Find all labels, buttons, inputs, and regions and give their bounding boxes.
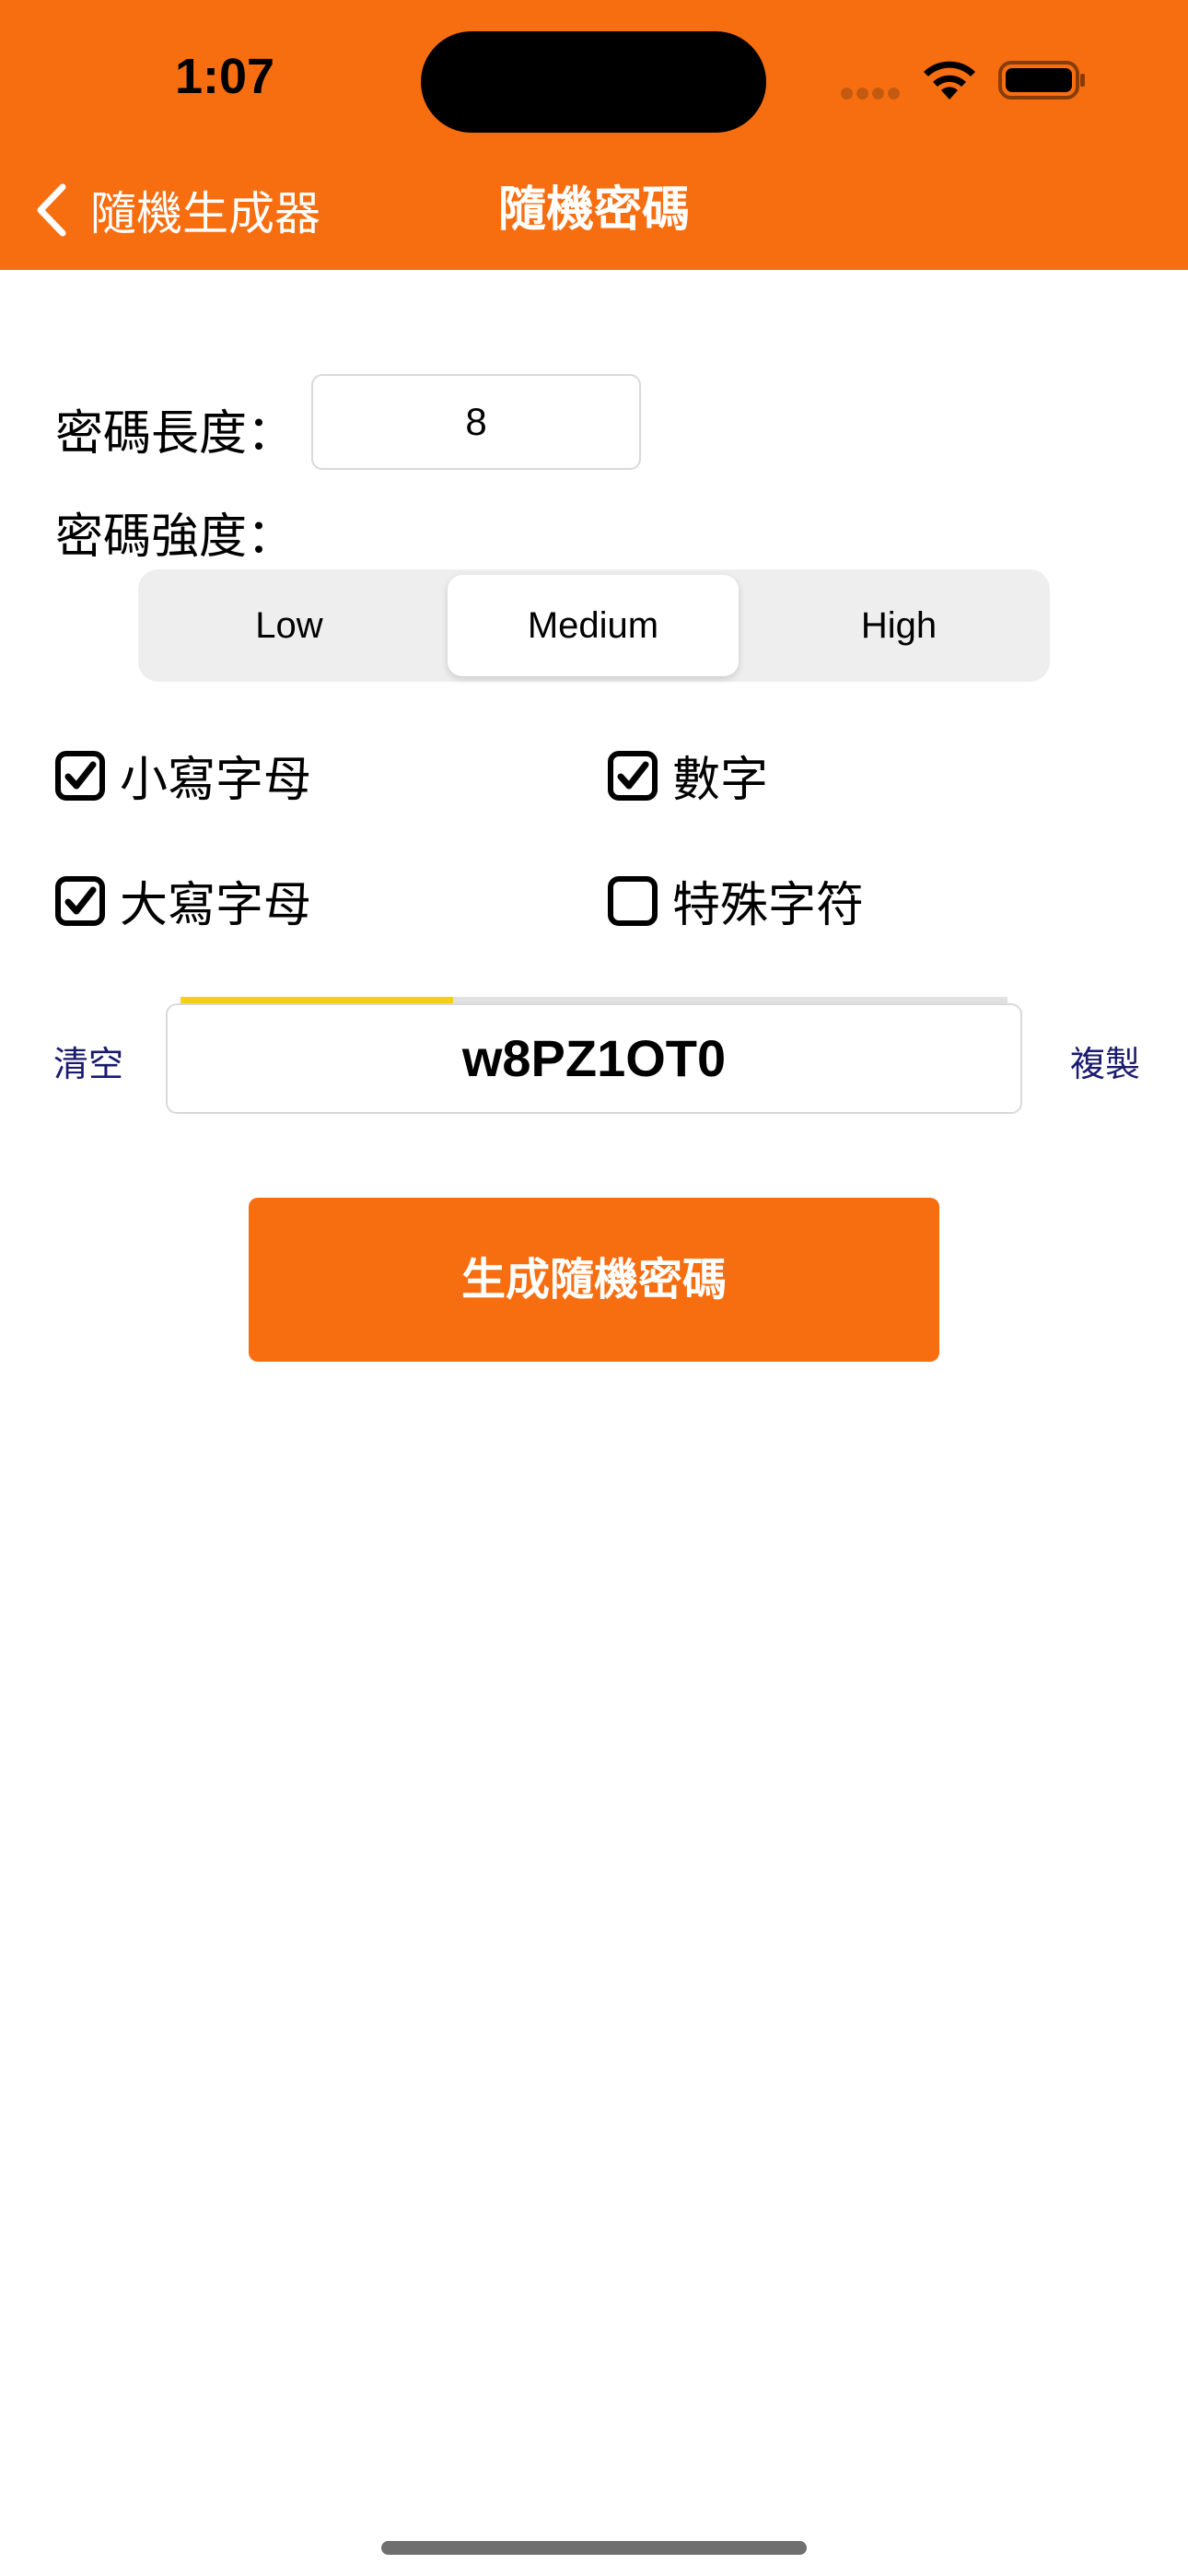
strength-meter [181, 997, 1007, 1003]
battery-icon [998, 61, 1085, 100]
segment-high[interactable]: High [753, 575, 1044, 676]
checkbox-box[interactable] [55, 875, 105, 926]
password-length-label: 密碼長度： [55, 406, 296, 462]
wifi-icon [924, 61, 975, 100]
segment-medium[interactable]: Medium [448, 575, 739, 676]
password-length-input[interactable]: 8 [311, 374, 641, 470]
checkbox-box[interactable] [608, 750, 658, 801]
dynamic-island [421, 31, 766, 133]
password-strength-label: 密碼強度： [55, 509, 296, 565]
strength-meter-fill [181, 997, 454, 1003]
cellular-signal-icon [841, 86, 905, 100]
checkbox-lowercase[interactable]: 小寫字母 [55, 741, 311, 810]
segment-low[interactable]: Low [144, 575, 435, 676]
strength-segmented-control: Low Medium High [138, 569, 1050, 682]
home-indicator [381, 2541, 807, 2555]
copy-button[interactable]: 複製 [1070, 1036, 1140, 1086]
status-time: 1:07 [175, 49, 275, 104]
generated-password-field[interactable]: w8PZ1OT0 [166, 1003, 1022, 1114]
generate-password-button[interactable]: 生成隨機密碼 [249, 1198, 939, 1362]
checkbox-label: 小寫字母 [120, 753, 312, 808]
checkbox-special[interactable]: 特殊字符 [608, 866, 864, 935]
checkmark-icon [617, 761, 649, 789]
checkbox-digits[interactable]: 數字 [608, 741, 768, 810]
clear-button[interactable]: 清空 [53, 1036, 123, 1086]
checkbox-box[interactable] [55, 750, 105, 801]
page-title: 隨機密碼 [497, 182, 690, 238]
checkbox-label: 特殊字符 [672, 878, 865, 933]
checkbox-label: 大寫字母 [120, 878, 312, 933]
checkbox-box[interactable] [608, 875, 658, 926]
checkbox-label: 數字 [672, 753, 769, 808]
checkbox-uppercase[interactable]: 大寫字母 [55, 866, 311, 935]
navigation-header: 1:07 隨機生成器 隨機密碼 [0, 0, 1188, 270]
checkmark-icon [64, 886, 97, 914]
checkmark-icon [64, 761, 97, 789]
